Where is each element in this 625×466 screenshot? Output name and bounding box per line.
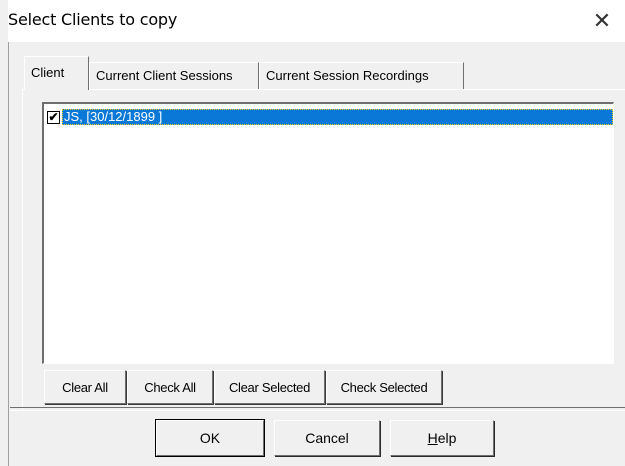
tab-client[interactable]: Client — [24, 56, 89, 90]
tab-current-session-recordings[interactable]: Current Session Recordings — [259, 62, 464, 90]
help-mnemonic: H — [427, 430, 438, 446]
close-button[interactable]: ✕ — [579, 0, 625, 42]
check-all-button[interactable]: Check All — [127, 370, 213, 404]
title-bar: Select Clients to copy ✕ — [0, 0, 625, 42]
close-icon: ✕ — [592, 8, 612, 33]
list-item-label: JS, [30/12/1899 ] — [62, 109, 613, 125]
window-title: Select Clients to copy — [8, 10, 178, 29]
window-left-edge — [0, 0, 8, 42]
tab-current-session-recordings-label: Current Session Recordings — [266, 68, 429, 83]
window-left-border — [0, 42, 9, 466]
ok-button[interactable]: OK — [155, 419, 265, 457]
clear-selected-button[interactable]: Clear Selected — [214, 370, 325, 404]
divider — [10, 407, 625, 411]
clear-all-button[interactable]: Clear All — [44, 370, 126, 404]
client-listbox[interactable]: ✔ JS, [30/12/1899 ] — [42, 102, 614, 364]
help-label-rest: elp — [437, 430, 457, 446]
check-selected-label: Check Selected — [340, 379, 428, 395]
help-label: Help — [428, 430, 457, 446]
help-button[interactable]: Help — [390, 420, 494, 456]
check-all-label: Check All — [144, 379, 196, 395]
clear-all-label: Clear All — [62, 379, 108, 395]
list-item[interactable]: ✔ JS, [30/12/1899 ] — [47, 109, 613, 125]
tab-current-client-sessions-label: Current Client Sessions — [96, 68, 233, 83]
item-checkbox[interactable]: ✔ — [47, 110, 60, 124]
tab-client-label: Client — [31, 65, 65, 80]
clear-selected-label: Clear Selected — [228, 379, 311, 395]
cancel-label: Cancel — [305, 430, 349, 446]
checkbox-checked-icon: ✔ — [48, 110, 59, 124]
ok-label: OK — [199, 430, 221, 446]
cancel-button[interactable]: Cancel — [274, 420, 380, 456]
tab-current-client-sessions[interactable]: Current Client Sessions — [89, 62, 259, 90]
check-selected-button[interactable]: Check Selected — [326, 370, 442, 404]
